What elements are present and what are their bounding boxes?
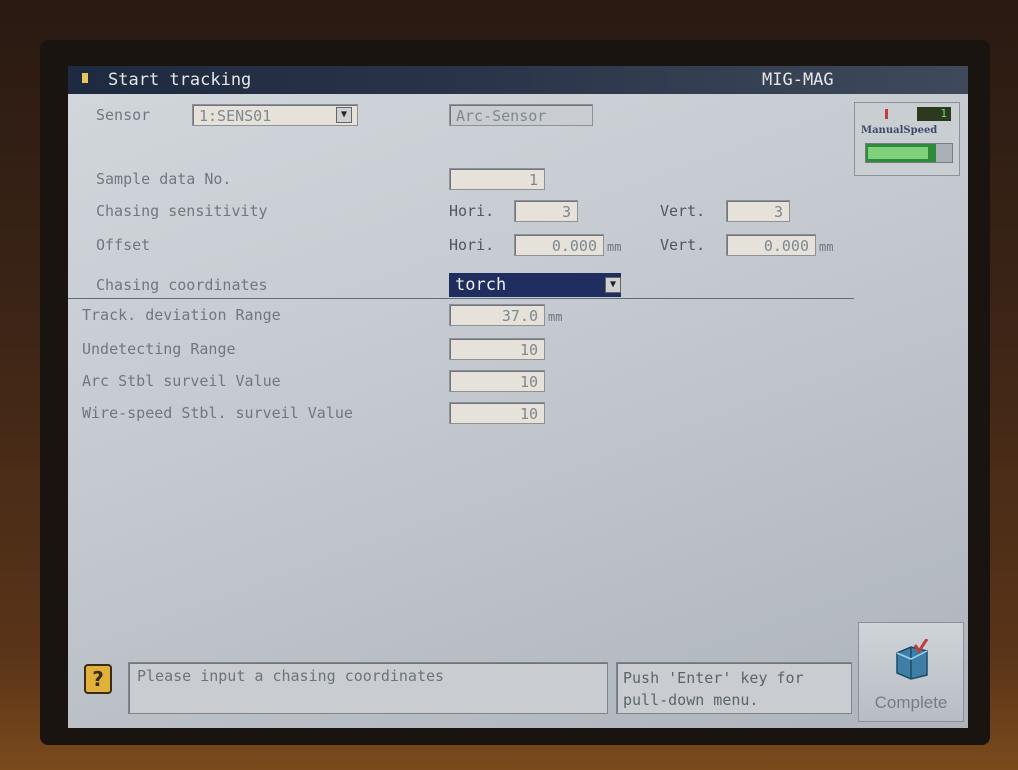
message-box: Please input a chasing coordinates — [128, 662, 608, 714]
undetecting-range-value: 10 — [519, 341, 538, 359]
process-mode: MIG-MAG — [762, 70, 834, 90]
chasing-sensitivity-label: Chasing sensitivity — [96, 202, 268, 220]
offset-vert-unit: mm — [819, 240, 834, 254]
screen-title: Start tracking — [108, 70, 252, 90]
sensor-label: Sensor — [96, 106, 151, 124]
track-deviation-label: Track. deviation Range — [82, 306, 281, 324]
sample-data-field[interactable]: 1 — [449, 168, 545, 190]
undetecting-range-field[interactable]: 10 — [449, 338, 545, 360]
sensor-select[interactable]: 1:SENS01 — [192, 104, 358, 126]
manual-speed-bar — [865, 143, 953, 163]
offset-hori-value: 0.000 — [551, 237, 597, 255]
message-text: Please input a chasing coordinates — [137, 667, 445, 685]
speed-marker-icon — [885, 109, 888, 119]
manual-speed-widget: 1 ManualSpeed — [854, 102, 960, 176]
chasing-coordinates-value: torch — [455, 275, 507, 295]
chasing-sensitivity-hori-label: Hori. — [449, 202, 495, 220]
sample-data-value: 1 — [528, 171, 538, 189]
offset-hori-label: Hori. — [449, 236, 495, 254]
offset-vert-label: Vert. — [660, 236, 706, 254]
section-divider — [68, 298, 854, 299]
wire-speed-stbl-field[interactable]: 10 — [449, 402, 545, 424]
help-icon[interactable]: ? — [84, 664, 112, 694]
manual-speed-value: 1 — [917, 107, 951, 121]
manual-speed-label: ManualSpeed — [861, 125, 938, 136]
title-bar: Start tracking MIG-MAG — [68, 66, 968, 94]
sample-data-label: Sample data No. — [96, 170, 232, 188]
undetecting-range-label: Undetecting Range — [82, 340, 236, 358]
arc-stbl-label: Arc Stbl surveil Value — [82, 372, 281, 390]
chasing-sensitivity-hori-value: 3 — [561, 203, 571, 221]
hint-line-2: pull-down menu. — [623, 691, 759, 709]
track-deviation-unit: mm — [548, 310, 563, 324]
track-deviation-field[interactable]: 37.0 — [449, 304, 545, 326]
arc-stbl-field[interactable]: 10 — [449, 370, 545, 392]
wire-speed-stbl-label: Wire-speed Stbl. surveil Value — [82, 404, 353, 422]
sensor-select-value: 1:SENS01 — [199, 107, 272, 125]
hint-box: Push 'Enter' key for pull-down menu. — [616, 662, 852, 714]
pendant-screen: Start tracking MIG-MAG Sensor 1:SENS01 ▼… — [68, 66, 968, 728]
manual-speed-bar-highlight — [868, 147, 928, 159]
complete-button-label: Complete — [874, 693, 948, 712]
hint-line-1: Push 'Enter' key for — [623, 669, 804, 687]
chasing-sensitivity-hori-field[interactable]: 3 — [514, 200, 578, 222]
offset-label: Offset — [96, 236, 151, 254]
offset-hori-field[interactable]: 0.000 — [514, 234, 604, 256]
chasing-coordinates-dropdown-arrow-icon[interactable]: ▼ — [605, 277, 621, 293]
chasing-coordinates-select[interactable]: torch — [449, 273, 621, 297]
offset-vert-field[interactable]: 0.000 — [726, 234, 816, 256]
title-indicator-icon — [82, 73, 88, 83]
track-deviation-value: 37.0 — [501, 307, 538, 325]
sensor-type-display: Arc-Sensor — [449, 104, 593, 126]
sensor-type-value: Arc-Sensor — [456, 107, 547, 125]
chasing-coordinates-label: Chasing coordinates — [96, 276, 268, 294]
chasing-sensitivity-vert-value: 3 — [773, 203, 783, 221]
wire-speed-stbl-value: 10 — [519, 405, 538, 423]
arc-stbl-value: 10 — [519, 373, 538, 391]
offset-vert-value: 0.000 — [763, 237, 809, 255]
sensor-dropdown-arrow-icon[interactable]: ▼ — [336, 107, 352, 123]
chasing-sensitivity-vert-label: Vert. — [660, 202, 706, 220]
chasing-sensitivity-vert-field[interactable]: 3 — [726, 200, 790, 222]
folder-check-icon — [896, 639, 929, 680]
offset-hori-unit: mm — [607, 240, 622, 254]
complete-button[interactable]: Complete — [858, 622, 964, 722]
